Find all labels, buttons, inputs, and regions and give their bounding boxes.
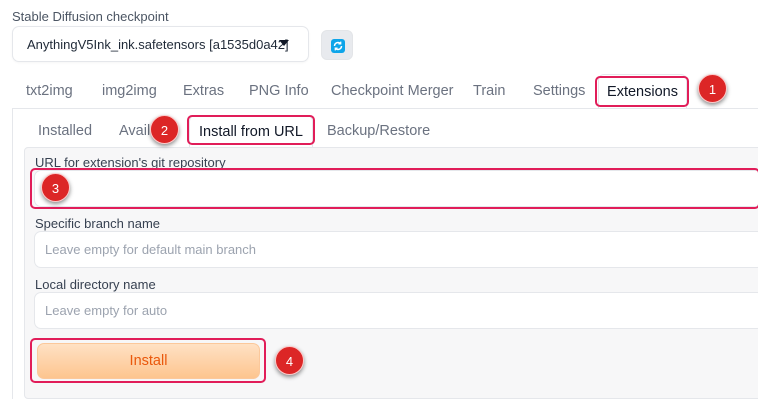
step-badge-2: 2 <box>150 115 179 144</box>
refresh-icon <box>331 39 345 53</box>
directory-field-label: Local directory name <box>35 277 156 292</box>
main-tab-bar: txt2img img2img Extras PNG Info Checkpoi… <box>0 74 758 108</box>
checkpoint-label: Stable Diffusion checkpoint <box>12 9 169 24</box>
step-badge-3: 3 <box>41 173 70 202</box>
branch-field-label: Specific branch name <box>35 216 161 231</box>
tab-checkpoint-merger[interactable]: Checkpoint Merger <box>331 74 454 108</box>
tab-installed[interactable]: Installed <box>38 115 92 147</box>
step-badge-4: 4 <box>275 346 304 375</box>
tab-png-info[interactable]: PNG Info <box>249 74 309 108</box>
tab-extensions[interactable]: Extensions <box>598 74 687 108</box>
checkpoint-dropdown[interactable]: AnythingV5Ink_ink.safetensors [a1535d0a4… <box>12 26 309 62</box>
tab-img2img[interactable]: img2img <box>102 74 157 108</box>
url-input[interactable] <box>34 170 758 207</box>
install-button[interactable]: Install <box>37 343 260 379</box>
branch-input[interactable] <box>34 231 758 268</box>
url-field-label: URL for extension's git repository <box>35 155 226 170</box>
checkpoint-value: AnythingV5Ink_ink.safetensors [a1535d0a4… <box>27 37 289 52</box>
tab-txt2img[interactable]: txt2img <box>26 74 73 108</box>
tab-train[interactable]: Train <box>473 74 506 108</box>
tab-install-from-url[interactable]: Install from URL <box>189 115 313 147</box>
step-badge-1: 1 <box>698 74 727 103</box>
refresh-checkpoint-button[interactable] <box>321 30 353 60</box>
tab-extras[interactable]: Extras <box>183 74 224 108</box>
tab-settings[interactable]: Settings <box>533 74 585 108</box>
tab-backup-restore[interactable]: Backup/Restore <box>327 115 430 147</box>
directory-input[interactable] <box>34 292 758 329</box>
chevron-down-icon <box>279 40 289 46</box>
